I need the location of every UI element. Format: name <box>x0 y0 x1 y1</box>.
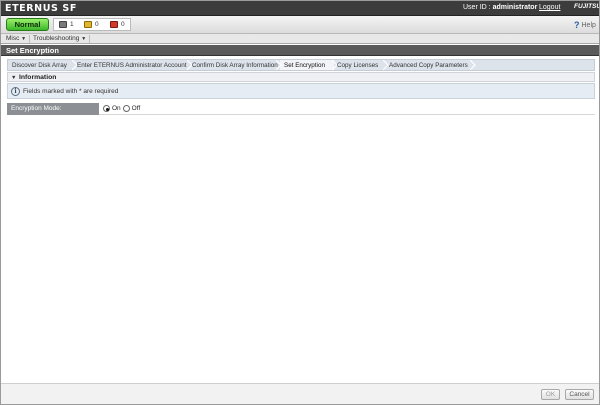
monitor-count[interactable]: 1 <box>59 21 74 28</box>
information-heading: Information <box>19 74 57 81</box>
encryption-mode-row: Encryption Mode: On Off <box>7 103 595 115</box>
information-box: i Fields marked with * are required <box>7 83 595 99</box>
step-advanced-copy-parameters: Advanced Copy Parameters <box>389 62 468 69</box>
warning-count[interactable]: 0 <box>84 21 99 28</box>
required-note: Fields marked with * are required <box>23 88 119 95</box>
help-link[interactable]: ? Help <box>574 20 596 30</box>
chevron-down-icon: ▼ <box>81 36 87 42</box>
encryption-on-radio[interactable] <box>103 105 110 112</box>
encryption-off-label[interactable]: Off <box>132 105 141 112</box>
encryption-mode-options: On Off <box>103 105 140 112</box>
wizard-steps: Discover Disk Array Enter ETERNUS Admini… <box>7 59 595 71</box>
menu-troubleshooting[interactable]: Troubleshooting ▼ <box>30 35 91 43</box>
user-id: User ID : administrator <box>463 4 538 11</box>
error-count[interactable]: 0 <box>110 21 125 28</box>
main-window: ETERNUS SF User ID : administrator Logou… <box>0 0 600 405</box>
step-separator-icon <box>276 60 282 70</box>
page-title-bar: Set Encryption <box>1 45 599 56</box>
fujitsu-logo: FUJITSU <box>574 3 600 10</box>
step-separator-icon <box>470 60 476 70</box>
info-icon: i <box>11 87 20 96</box>
logout-link[interactable]: Logout <box>539 4 560 11</box>
warning-icon <box>84 21 92 28</box>
error-icon <box>110 21 118 28</box>
chevron-down-icon: ▼ <box>21 36 27 42</box>
app-logo: ETERNUS SF <box>5 3 77 14</box>
page-title: Set Encryption <box>6 46 59 55</box>
status-normal-button[interactable]: Normal <box>6 18 49 31</box>
ok-button[interactable]: OK <box>541 389 560 400</box>
menu-misc[interactable]: Misc ▼ <box>3 35 31 43</box>
step-enter-admin-account: Enter ETERNUS Administrator Account <box>77 62 187 69</box>
status-bar: Normal 1 0 0 ? Help <box>1 16 599 34</box>
help-icon: ? <box>574 20 580 30</box>
header-bar: ETERNUS SF User ID : administrator Logou… <box>1 1 599 16</box>
monitor-icon <box>59 21 67 28</box>
information-toggle[interactable]: ▼ Information <box>7 72 595 82</box>
step-discover-disk-array: Discover Disk Array <box>12 62 67 69</box>
status-counts: 1 0 0 <box>53 18 131 31</box>
encryption-mode-label: Encryption Mode: <box>7 103 99 115</box>
menu-bar: Misc ▼ Troubleshooting ▼ <box>1 34 599 44</box>
encryption-off-radio[interactable] <box>122 105 130 112</box>
triangle-down-icon: ▼ <box>11 75 17 81</box>
step-copy-licenses: Copy Licenses <box>337 62 379 69</box>
step-set-encryption: Set Encryption <box>284 62 325 69</box>
step-confirm-disk-array: Confirm Disk Array Information <box>192 62 278 69</box>
encryption-on-label[interactable]: On <box>112 105 121 112</box>
footer-bar: OK Cancel <box>1 383 599 404</box>
cancel-button[interactable]: Cancel <box>565 389 594 400</box>
